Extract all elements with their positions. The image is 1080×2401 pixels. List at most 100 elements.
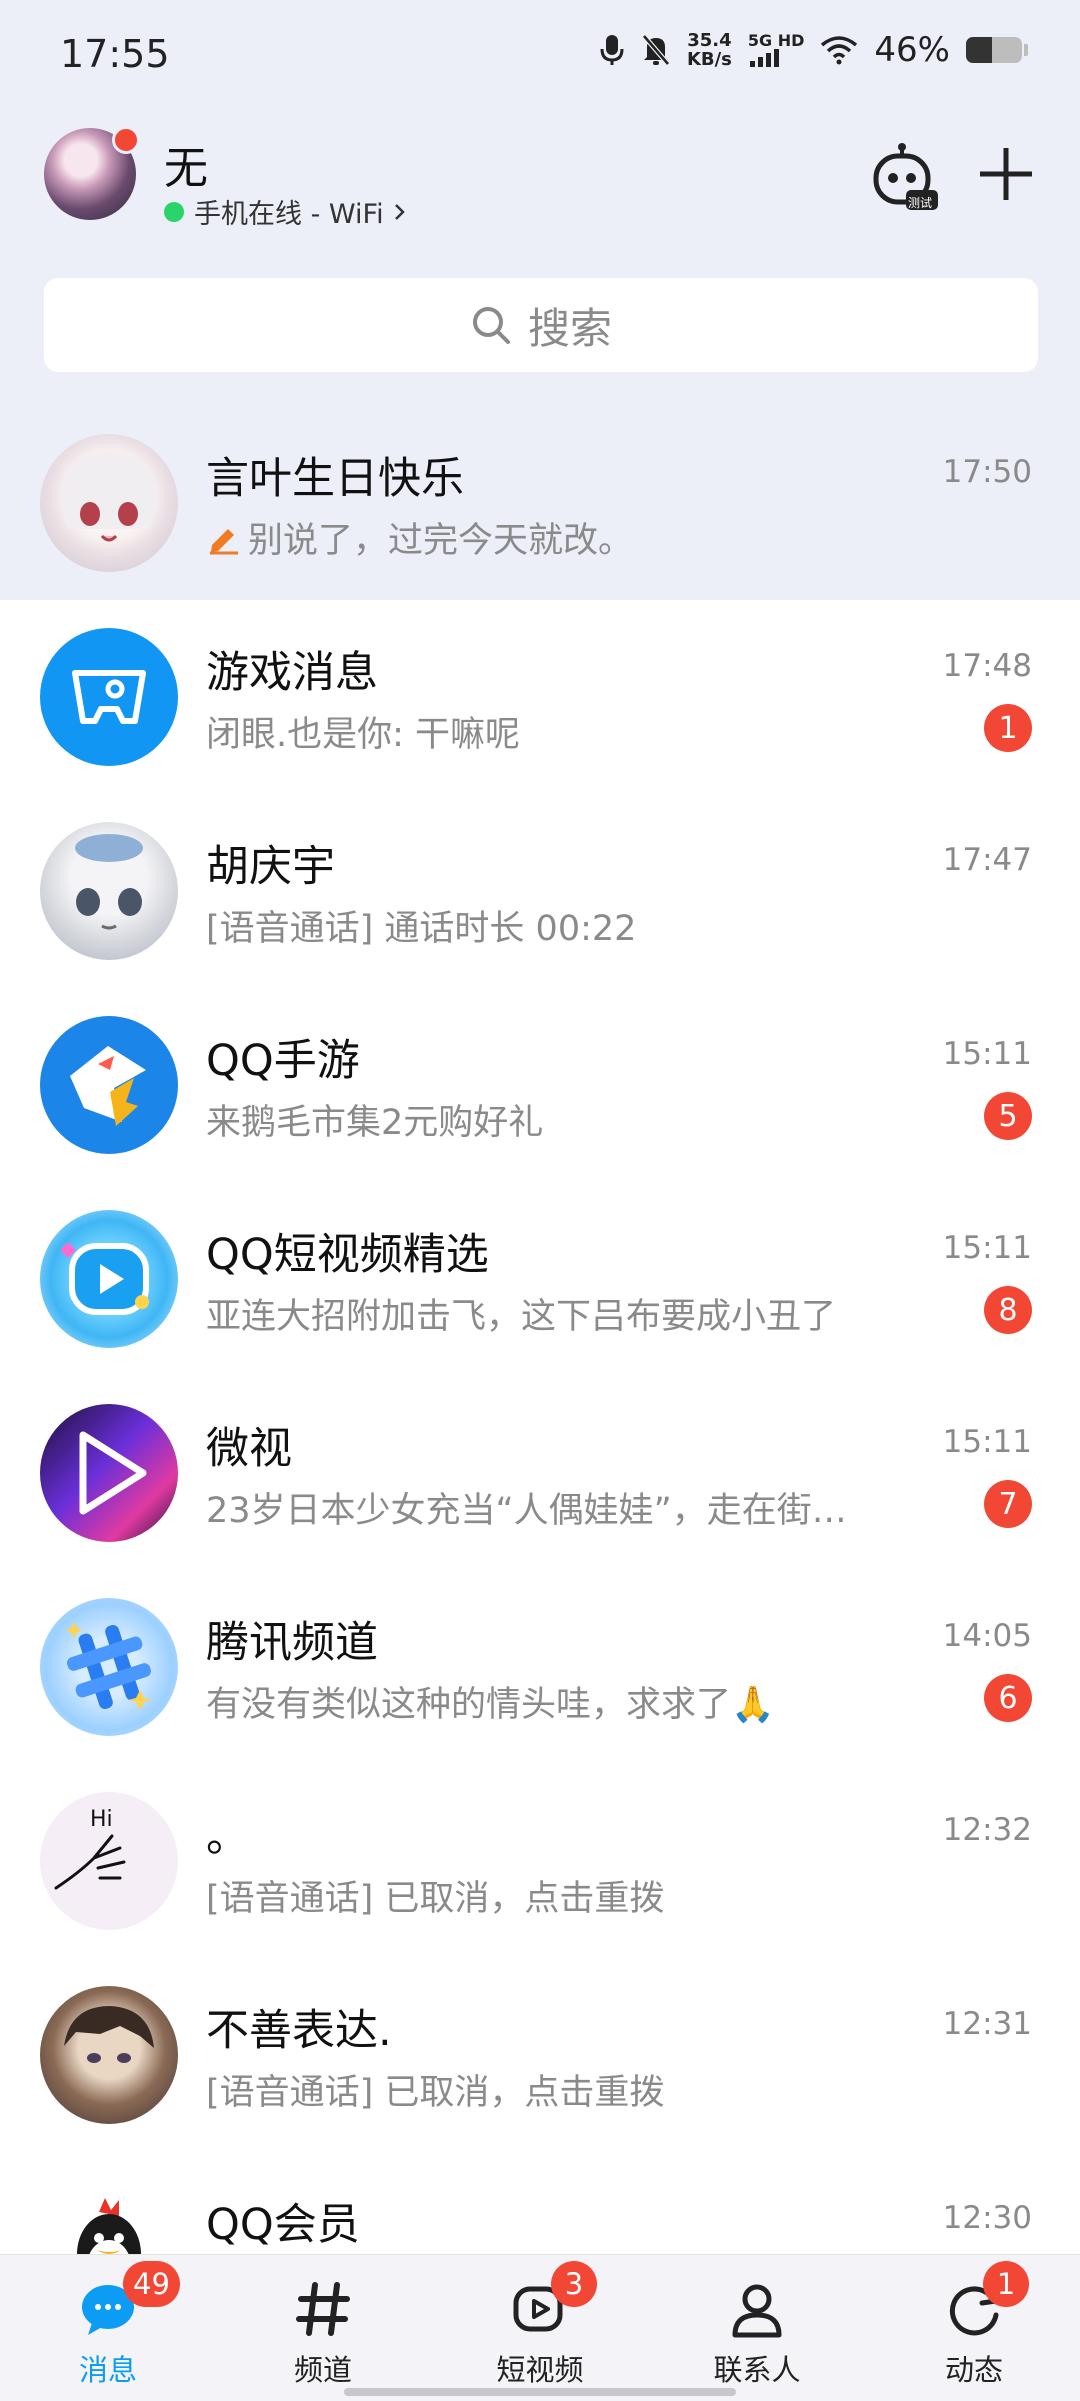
conversation-item[interactable]: Hi 。 [语音通话] 已取消，点击重拨 12:32 bbox=[0, 1764, 1080, 1958]
status-time: 17:55 bbox=[60, 32, 170, 76]
signal-bars-icon bbox=[749, 49, 779, 67]
plus-icon bbox=[980, 148, 1032, 200]
tab-channels[interactable]: 频道 bbox=[248, 2255, 398, 2401]
conversation-preview: [语音通话] 已取消，点击重拨 bbox=[206, 2073, 665, 2113]
conversation-item[interactable]: 游戏消息 闭眼.也是你: 干嘛呢 17:48 1 bbox=[0, 600, 1080, 794]
bottom-navigation: 49 消息 频道 3 短视频 联系人 1 动态 bbox=[0, 2254, 1080, 2401]
conversation-avatar bbox=[40, 1404, 178, 1542]
conversation-time: 15:11 bbox=[942, 1036, 1032, 1072]
conversation-preview: 来鹅毛市集2元购好礼 bbox=[206, 1103, 544, 1143]
unread-badge: 5 bbox=[984, 1092, 1032, 1140]
conversation-time: 15:11 bbox=[942, 1230, 1032, 1266]
tab-short-video-label: 短视频 bbox=[496, 2353, 584, 2387]
home-indicator bbox=[344, 2388, 736, 2396]
conversation-item[interactable]: QQ手游 来鹅毛市集2元购好礼 15:11 5 bbox=[0, 988, 1080, 1182]
net-speed-unit: KB/s bbox=[686, 49, 732, 70]
conversation-item[interactable]: 微视 23岁日本少女充当“人偶娃娃”，走在街… 15:11 7 bbox=[0, 1376, 1080, 1570]
bell-muted-icon bbox=[642, 34, 670, 66]
hash-icon bbox=[296, 2282, 350, 2336]
unread-badge: 6 bbox=[984, 1674, 1032, 1722]
add-button[interactable] bbox=[974, 142, 1038, 206]
conversation-time: 17:50 bbox=[942, 454, 1032, 490]
conversation-title: QQ手游 bbox=[206, 1036, 360, 1086]
wifi-icon bbox=[821, 36, 858, 65]
conversation-item[interactable]: QQ短视频精选 亚连大招附加击飞，这下吕布要成小丑了 15:11 8 bbox=[0, 1182, 1080, 1376]
status-icons: 35.4 KB/s 5G HD 46% bbox=[599, 30, 1028, 70]
tab-contacts[interactable]: 联系人 bbox=[682, 2255, 832, 2401]
tencent-channel-logo-icon bbox=[65, 1622, 152, 1710]
conversation-title: 不善表达. bbox=[206, 2006, 392, 2056]
person-icon bbox=[732, 2284, 782, 2338]
tab-moments[interactable]: 1 动态 bbox=[899, 2255, 1049, 2401]
unread-badge: 8 bbox=[984, 1286, 1032, 1334]
cellular-signal: 5G HD bbox=[748, 33, 804, 67]
qq-games-logo-icon bbox=[70, 1046, 146, 1126]
unread-badge: 7 bbox=[984, 1480, 1032, 1528]
robot-assistant-button[interactable]: 测试 bbox=[872, 142, 938, 212]
conversation-time: 14:05 bbox=[942, 1618, 1032, 1654]
conversation-avatar: Hi bbox=[40, 1792, 178, 1930]
conversation-preview: [语音通话] 通话时长 00:22 bbox=[206, 909, 637, 949]
battery-tip bbox=[1024, 44, 1028, 56]
conversation-preview: [语音通话] 已取消，点击重拨 bbox=[206, 1879, 665, 1919]
microphone-icon bbox=[600, 35, 624, 65]
conversation-title: 。 bbox=[206, 1812, 249, 1862]
conversation-item[interactable]: 言叶生日快乐 别说了，过完今天就改。 17:50 bbox=[0, 406, 1080, 600]
conversation-avatar bbox=[40, 1016, 178, 1154]
messages-badge: 49 bbox=[123, 2261, 180, 2307]
conversation-title: 言叶生日快乐 bbox=[206, 454, 464, 504]
online-status[interactable]: 手机在线 - WiFi bbox=[164, 192, 408, 231]
online-status-text: 手机在线 - WiFi bbox=[194, 199, 384, 230]
conversation-time: 12:31 bbox=[942, 2006, 1032, 2042]
conversation-title: QQ短视频精选 bbox=[206, 1230, 489, 1280]
video-play-logo-icon bbox=[60, 1242, 149, 1315]
notification-dot bbox=[112, 126, 140, 154]
anime-character-avatar-icon bbox=[75, 834, 143, 930]
waving-hand-drawing-icon: Hi bbox=[54, 1807, 126, 1890]
conversation-time: 12:30 bbox=[942, 2200, 1032, 2236]
battery-icon bbox=[966, 37, 1022, 63]
conversation-avatar bbox=[40, 822, 178, 960]
conversation-avatar bbox=[40, 1210, 178, 1348]
chevron-right-icon bbox=[394, 203, 405, 220]
tab-channels-label: 频道 bbox=[293, 2353, 352, 2387]
conversation-title: 游戏消息 bbox=[206, 648, 378, 698]
conversation-item[interactable]: 胡庆宇 [语音通话] 通话时长 00:22 17:47 bbox=[0, 794, 1080, 988]
online-indicator bbox=[164, 201, 184, 222]
search-input[interactable]: 搜索 bbox=[44, 278, 1038, 372]
pencil-icon bbox=[210, 528, 238, 554]
conversation-preview: 别说了，过完今天就改。 bbox=[206, 512, 633, 563]
conversation-preview: 23岁日本少女充当“人偶娃娃”，走在街… bbox=[206, 1491, 847, 1531]
user-name[interactable]: 无 bbox=[164, 132, 208, 196]
weishi-play-logo-icon bbox=[79, 1431, 147, 1515]
conversation-avatar bbox=[40, 434, 178, 572]
conversation-item[interactable]: 腾讯频道 有没有类似这种的情头哇，求求了🙏 14:05 6 bbox=[0, 1570, 1080, 1764]
conversation-preview: 亚连大招附加击飞，这下吕布要成小丑了 bbox=[206, 1297, 837, 1337]
search-icon bbox=[472, 307, 510, 344]
conversation-avatar bbox=[40, 628, 178, 766]
conversation-avatar bbox=[40, 1986, 178, 2124]
gamepad-icon bbox=[72, 670, 146, 724]
moments-badge: 1 bbox=[983, 2261, 1029, 2307]
robot-test-label: 测试 bbox=[908, 196, 933, 210]
conversation-avatar bbox=[40, 1598, 178, 1736]
tab-messages-label: 消息 bbox=[78, 2353, 137, 2387]
conversation-title: 腾讯频道 bbox=[206, 1618, 378, 1668]
status-bar: 17:55 35.4 KB/s 5G HD 46% bbox=[0, 0, 1080, 110]
tab-moments-label: 动态 bbox=[944, 2353, 1003, 2387]
conversation-title: 微视 bbox=[206, 1424, 292, 1474]
net-speed: 35.4 KB/s bbox=[687, 31, 732, 69]
unread-badge: 1 bbox=[984, 704, 1032, 752]
conversation-item[interactable]: 不善表达. [语音通话] 已取消，点击重拨 12:31 bbox=[0, 1958, 1080, 2152]
conversation-time: 17:47 bbox=[942, 842, 1032, 878]
net-speed-value: 35.4 bbox=[687, 30, 732, 51]
tab-short-video[interactable]: 3 短视频 bbox=[465, 2255, 615, 2401]
preview-text: 别说了，过完今天就改。 bbox=[248, 521, 634, 561]
tab-messages[interactable]: 49 消息 bbox=[33, 2255, 183, 2401]
conversation-time: 12:32 bbox=[942, 1812, 1032, 1848]
user-avatar[interactable] bbox=[44, 126, 140, 220]
anime-girl-avatar-icon bbox=[60, 452, 158, 542]
conversation-title: QQ会员 bbox=[206, 2200, 360, 2250]
battery-percent: 46% bbox=[874, 30, 950, 70]
conversation-title: 胡庆宇 bbox=[206, 842, 335, 892]
